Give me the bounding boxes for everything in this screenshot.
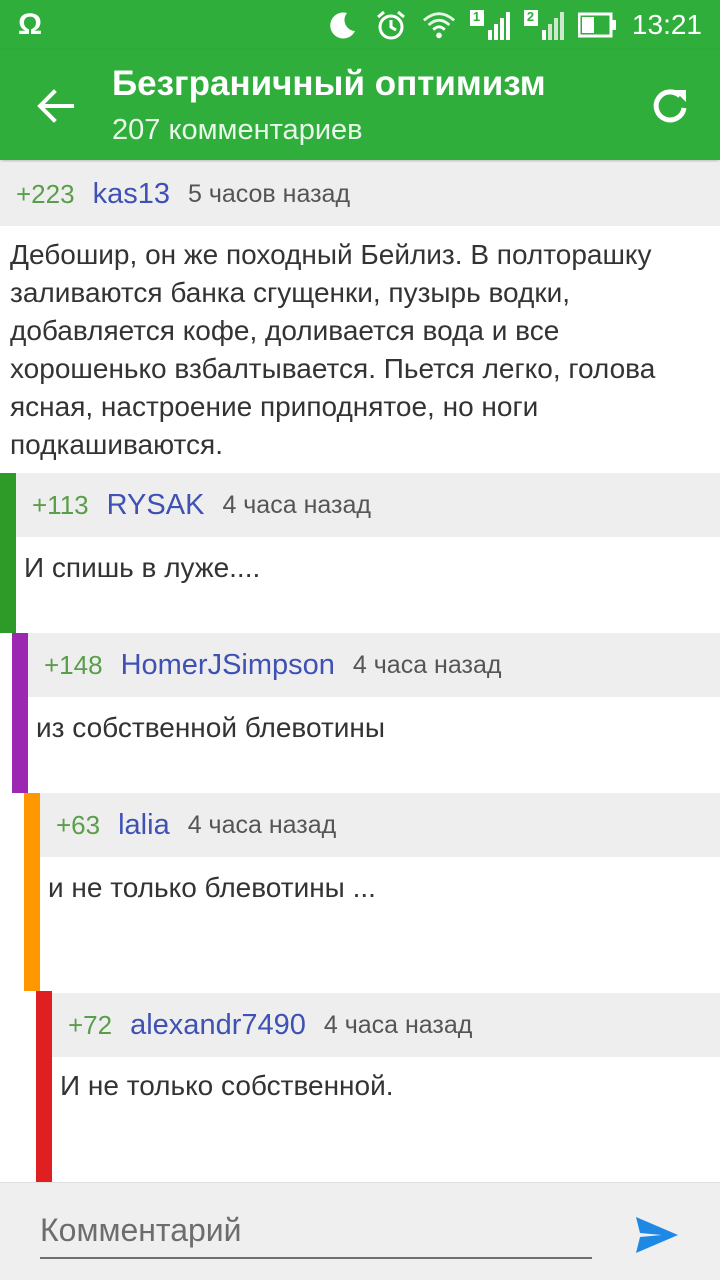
comment-time: 4 часа назад [323, 1010, 473, 1039]
comment-count: 207 комментариев [112, 114, 363, 146]
arrow-back-icon [37, 89, 74, 123]
moon-icon [326, 8, 360, 42]
comment-time: 4 часа назад [352, 650, 502, 679]
back-button[interactable] [30, 80, 82, 132]
comment-input[interactable] [40, 1203, 592, 1259]
battery-icon [577, 8, 618, 42]
sim1-label: 1 [472, 9, 481, 24]
comment-author-link[interactable]: alexandr7490 [130, 1009, 306, 1042]
comment-time: 4 часа назад [222, 490, 371, 519]
alarm-icon [374, 8, 408, 42]
page-title: Безграничный оптимизм [112, 64, 546, 103]
comment-input-bar [0, 1182, 720, 1280]
send-button[interactable] [632, 1213, 682, 1257]
comment-time: 4 часа назад [187, 810, 337, 839]
status-time: 13:21 [631, 9, 702, 40]
comment-item: +63 lalia 4 часа назад и не только блево… [24, 793, 720, 991]
comment-body: и не только блевотины ... [40, 869, 720, 907]
comment-item: +223 kas13 5 часов назад Дебошир, он же … [0, 160, 720, 473]
send-icon [636, 1217, 678, 1253]
comment-author-link[interactable]: lalia [118, 809, 170, 842]
comment-time: 5 часов назад [187, 179, 351, 208]
comment-author-link[interactable]: kas13 [93, 178, 170, 211]
app-bar: Безграничный оптимизм 207 комментариев [0, 50, 720, 160]
thread-depth-bar [36, 991, 52, 1182]
signal-1-icon: 1 [469, 8, 510, 42]
status-bar: Ω 1 2 13:21 [0, 0, 720, 50]
comment-score: +72 [68, 1009, 113, 1040]
comment-body: Дебошир, он же походный Бейлиз. В полтор… [0, 236, 720, 464]
sim2-label: 2 [526, 9, 535, 24]
comment-body: И не только собственной. [52, 1067, 720, 1105]
comment-body: из собственной блевотины [28, 709, 720, 747]
comment-score: +63 [56, 809, 101, 840]
comment-item: +72 alexandr7490 4 часа назад И не тольк… [36, 991, 720, 1182]
comment-item: +113 RYSAK 4 часа назад И спишь в луже..… [0, 473, 720, 633]
comment-header: +113 RYSAK 4 часа назад [16, 473, 720, 537]
notification-omega-icon: Ω [18, 8, 43, 41]
comments-list: +223 kas13 5 часов назад Дебошир, он же … [0, 160, 720, 1182]
comment-author-link[interactable]: HomerJSimpson [121, 649, 335, 682]
thread-depth-bar [0, 473, 16, 633]
comment-header: +72 alexandr7490 4 часа назад [52, 993, 720, 1057]
comment-score: +223 [16, 178, 75, 209]
thread-depth-bar [24, 793, 40, 991]
thread-depth-bar [12, 633, 28, 793]
comment-header: +63 lalia 4 часа назад [40, 793, 720, 857]
comment-score: +113 [32, 489, 89, 520]
refresh-icon [653, 89, 687, 123]
signal-2-icon: 2 [523, 8, 564, 42]
comment-header: +223 kas13 5 часов назад [0, 162, 720, 226]
comment-author-link[interactable]: RYSAK [107, 489, 205, 522]
comment-body: И спишь в луже.... [16, 549, 720, 587]
status-icons: 1 2 13:21 [326, 8, 702, 42]
comment-item: +148 HomerJSimpson 4 часа назад из собст… [12, 633, 720, 793]
wifi-icon [422, 8, 456, 42]
comment-header: +148 HomerJSimpson 4 часа назад [28, 633, 720, 697]
comment-score: +148 [44, 649, 103, 680]
refresh-button[interactable] [642, 78, 698, 134]
